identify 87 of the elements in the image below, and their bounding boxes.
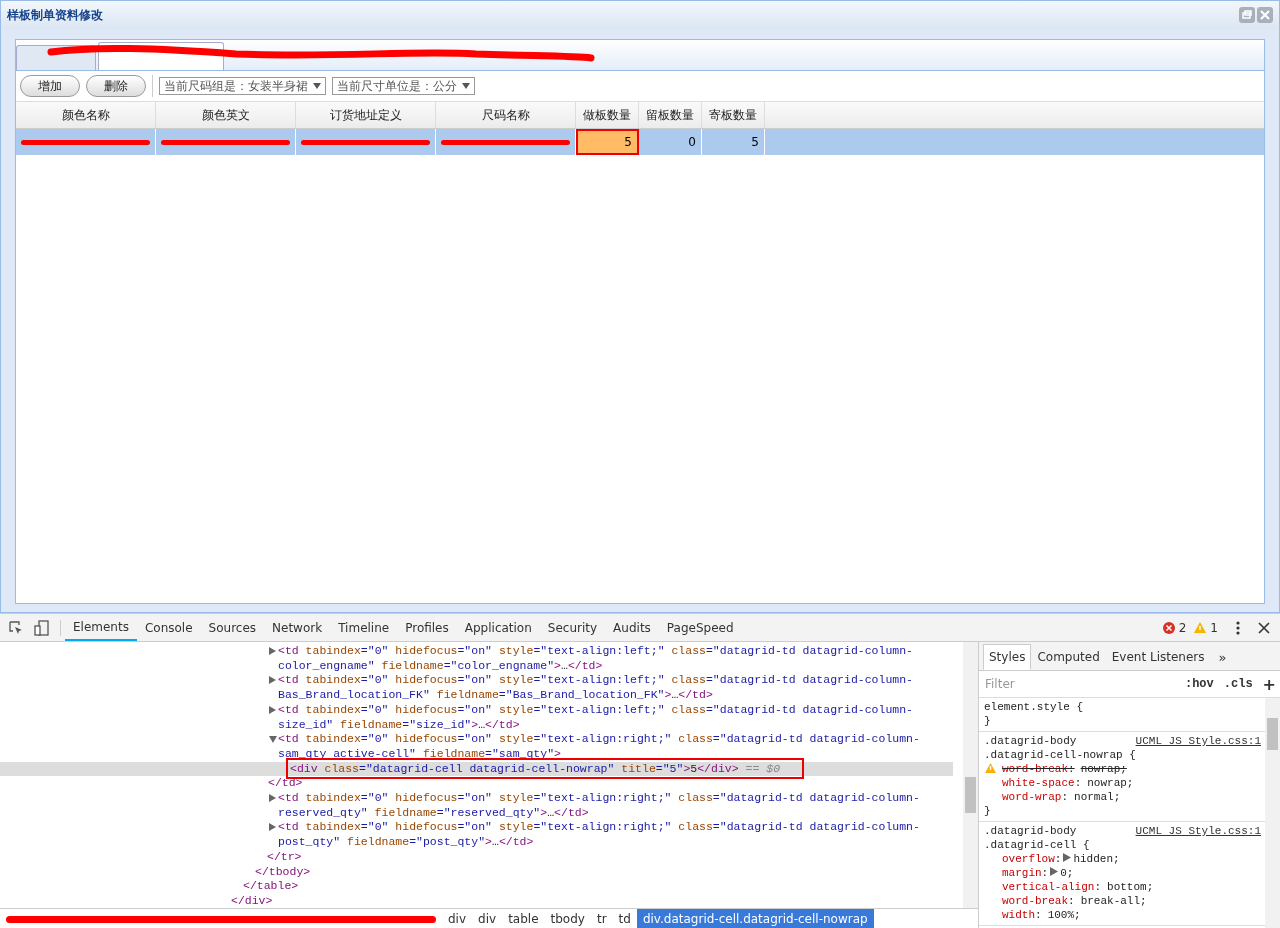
- inspect-cursor-icon[interactable]: [8, 619, 24, 636]
- expand-triangle-icon[interactable]: [269, 823, 276, 832]
- closing-tag: </tr>: [267, 849, 953, 865]
- css-declaration: word-wrap: normal;: [1002, 790, 1121, 804]
- collapse-triangle-icon[interactable]: [269, 736, 277, 744]
- devtools-tab[interactable]: Profiles: [397, 614, 457, 641]
- css-selector: .datagrid-cell-nowrap {: [984, 748, 1136, 762]
- window-title: 样板制单资料修改: [7, 6, 103, 24]
- css-selector: .datagrid-cell {: [984, 838, 1090, 852]
- table-row[interactable]: 5 0 5: [16, 129, 1264, 155]
- dropdown[interactable]: 当前尺寸单位是：公分: [332, 77, 475, 95]
- device-toggle-icon[interactable]: [34, 619, 50, 636]
- column-header[interactable]: 订货地址定义: [296, 102, 436, 128]
- scrollbar[interactable]: [1265, 698, 1280, 928]
- stylesheet-link[interactable]: UCML JS Style.css:1: [1135, 824, 1261, 838]
- dropdown-arrow-icon: [462, 83, 470, 89]
- closing-tag: </tbody>: [255, 864, 953, 880]
- css-declaration: width: 100%;: [1002, 908, 1081, 922]
- devtools-tab[interactable]: Sources: [200, 614, 265, 641]
- warning-icon: [985, 763, 996, 773]
- scrollbar[interactable]: [963, 642, 978, 908]
- breadcrumb-item[interactable]: table: [502, 909, 545, 928]
- more-options-icon[interactable]: [1236, 620, 1240, 635]
- devtools-tab[interactable]: PageSpeed: [658, 614, 742, 641]
- column-header[interactable]: 留板数量: [639, 102, 702, 128]
- dom-node-line[interactable]: <td tabindex="0" hidefocus="on" style="text-align:right;" class="datagrid-td datagrid-column-sam_qty active-cell" fieldname="sam_qty">: [268, 732, 953, 762]
- breadcrumb-item[interactable]: div: [442, 909, 473, 928]
- devtools-tab[interactable]: Timeline: [330, 614, 398, 641]
- warning-icon: [1194, 621, 1207, 634]
- hover-state-button[interactable]: :hov: [1184, 677, 1214, 691]
- expand-triangle-icon[interactable]: [269, 705, 276, 714]
- devtools-tab[interactable]: Network: [264, 614, 331, 641]
- styles-tab[interactable]: Computed: [1031, 644, 1106, 670]
- dropdown-arrow-icon: [313, 83, 321, 89]
- column-header[interactable]: 颜色名称: [16, 102, 156, 128]
- closing-brace: }: [984, 714, 992, 728]
- column-header[interactable]: 尺码名称: [436, 102, 576, 128]
- breadcrumb-item[interactable]: td: [612, 909, 637, 928]
- css-selector: .datagrid-body: [984, 824, 1077, 838]
- css-declaration: white-space: nowrap;: [1002, 776, 1134, 790]
- devtools-tab[interactable]: Console: [136, 614, 201, 641]
- expand-triangle-icon[interactable]: [269, 647, 276, 655]
- error-icon: [1162, 621, 1175, 634]
- column-header[interactable]: 颜色英文: [156, 102, 296, 128]
- toolbar-button[interactable]: 增加: [20, 75, 80, 97]
- dom-node-line[interactable]: <td tabindex="0" hidefocus="on" style="text-align:right;" class="datagrid-td datagrid-column-reserved_qty" fieldname="reserved_qty">…</td>: [268, 791, 953, 821]
- table-cell: 5: [702, 129, 765, 155]
- closing-tag: </td>: [268, 776, 953, 792]
- css-declaration: vertical-align: bottom;: [1002, 880, 1154, 894]
- css-declaration: word-break: nowrap;: [985, 762, 1127, 776]
- breadcrumb-item[interactable]: tr: [590, 909, 613, 928]
- devtools-tab[interactable]: Application: [456, 614, 540, 641]
- table-cell: 0: [639, 129, 702, 155]
- devtools-tab[interactable]: Audits: [605, 614, 659, 641]
- stylesheet-link[interactable]: UCML JS Style.css:1: [1135, 734, 1261, 748]
- more-tabs-button[interactable]: »: [1210, 645, 1235, 670]
- css-declaration: margin: 0;: [1002, 866, 1074, 880]
- breadcrumb-item[interactable]: div.datagrid-cell.datagrid-cell-nowrap: [636, 909, 874, 928]
- toolbar-button[interactable]: 删除: [86, 75, 146, 97]
- dropdown[interactable]: 当前尺码组是：女装半身裙: [159, 77, 326, 95]
- styles-tab[interactable]: Styles: [983, 644, 1032, 670]
- styles-tab[interactable]: Event Listeners: [1105, 644, 1211, 670]
- dom-node-line[interactable]: <td tabindex="0" hidefocus="on" style="text-align:left;" class="datagrid-td datagrid-column-color_engname" fieldname="color_engname">…</td>: [268, 644, 953, 674]
- expand-triangle-icon[interactable]: [269, 676, 276, 685]
- closing-brace: }: [984, 804, 992, 818]
- column-header[interactable]: 做板数量: [576, 102, 639, 128]
- dom-node-line[interactable]: <td tabindex="0" hidefocus="on" style="text-align:right;" class="datagrid-td datagrid-column-post_qty" fieldname="post_qty">…</td>: [268, 820, 953, 850]
- column-header[interactable]: 寄板数量: [702, 102, 765, 128]
- dom-node-line[interactable]: <td tabindex="0" hidefocus="on" style="text-align:left;" class="datagrid-td datagrid-column-size_id" fieldname="size_id">…</td>: [268, 702, 953, 733]
- dom-node-line[interactable]: <td tabindex="0" hidefocus="on" style="text-align:left;" class="datagrid-td datagrid-column-Bas_Brand_location_FK" fieldname="Bas_Brand_location_FK">…</td>: [268, 673, 953, 703]
- expand-triangle-icon[interactable]: [269, 794, 276, 803]
- devtools-tab[interactable]: Security: [539, 614, 606, 641]
- close-icon[interactable]: [1258, 621, 1270, 634]
- breadcrumb-item[interactable]: tbody: [544, 909, 591, 928]
- breadcrumb-item[interactable]: div: [472, 909, 503, 928]
- table-cell: 5: [576, 129, 639, 155]
- class-toggle-button[interactable]: .cls: [1223, 677, 1253, 691]
- css-selector: element.style {: [984, 700, 1084, 714]
- closing-tag: </div>: [231, 893, 953, 908]
- closing-tag: </table>: [243, 879, 953, 894]
- css-selector: .datagrid-body: [984, 734, 1077, 748]
- error-count[interactable]: 2: [1178, 620, 1187, 635]
- css-declaration: word-break: break-all;: [1002, 894, 1147, 908]
- css-declaration: overflow: hidden;: [1002, 852, 1120, 866]
- devtools-tab[interactable]: Elements: [65, 614, 137, 641]
- new-rule-button[interactable]: +: [1262, 674, 1276, 694]
- warning-count[interactable]: 1: [1210, 620, 1218, 635]
